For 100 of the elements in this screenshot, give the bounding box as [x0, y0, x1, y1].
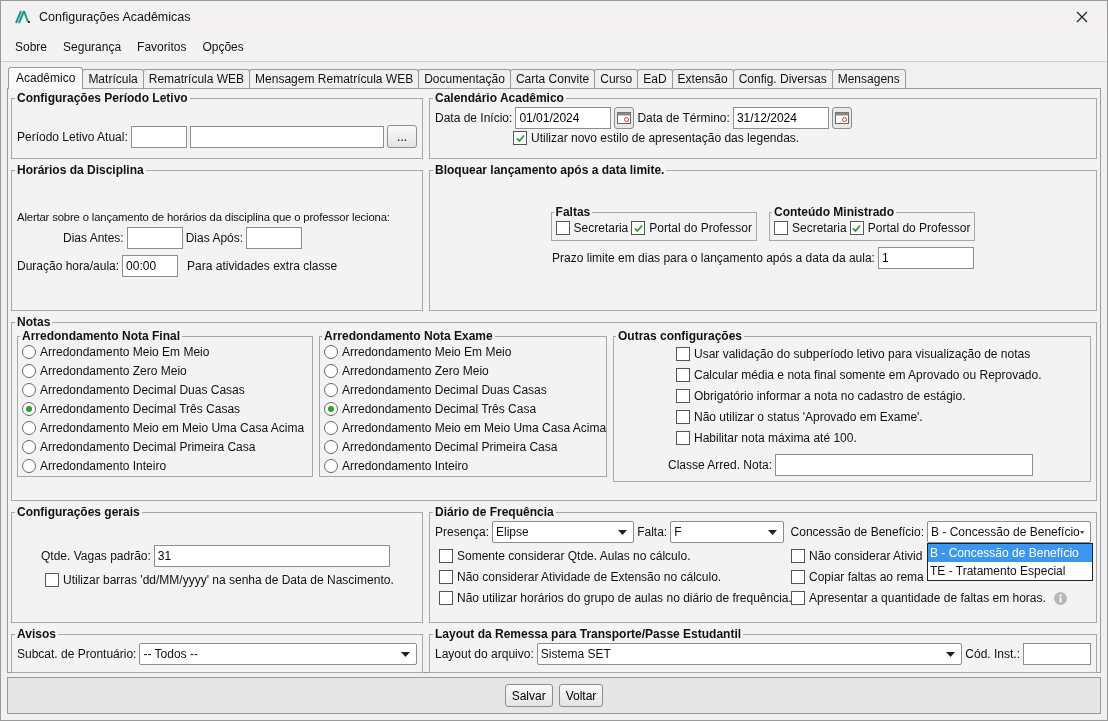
absence-select[interactable]: F	[670, 521, 784, 543]
checkbox[interactable]	[676, 347, 690, 361]
close-icon	[1076, 11, 1088, 23]
group-title: Conteúdo Ministrado	[773, 205, 895, 219]
days-field[interactable]	[126, 227, 183, 249]
option-label: Arredondamento Decimal Primeira Casa	[342, 440, 558, 454]
dropdown-option[interactable]: TE - Tratamento Especial	[928, 562, 1092, 580]
option-label: Não utilizar horários do grupo de aulas no diário de frequência.	[457, 591, 792, 605]
radio-button[interactable]	[324, 440, 338, 454]
checkbox[interactable]	[513, 131, 527, 145]
date-field[interactable]: 01/01/2024	[515, 107, 612, 129]
radio-button[interactable]	[22, 402, 36, 416]
option-label: Arredondamento Meio em Meio Uma Casa Acima	[342, 421, 607, 435]
tab[interactable]: Documentação	[418, 69, 511, 88]
deadline-field[interactable]: 1	[877, 247, 974, 269]
option-label: Secretaria	[792, 221, 847, 235]
tab[interactable]: Acadêmico	[8, 67, 84, 89]
checkbox[interactable]	[631, 221, 646, 235]
radio-button[interactable]	[324, 459, 338, 473]
class-field[interactable]	[775, 454, 1034, 476]
option-label: Arredondamento Meio em Meio Uma Casa Acima	[40, 421, 305, 435]
radio-button[interactable]	[22, 459, 36, 473]
group-title: Bloquear lançamento após a data limite.	[434, 163, 666, 177]
option-label: Utilizar novo estilo de apresentação das legendas.	[531, 131, 800, 145]
name-field[interactable]	[189, 125, 385, 148]
checkbox[interactable]	[439, 570, 453, 584]
footer-button[interactable]: Voltar	[558, 684, 604, 707]
radio-button[interactable]	[324, 383, 338, 397]
checkbox[interactable]	[791, 591, 805, 605]
option-label: Arredondamento Decimal Duas Casas	[40, 383, 245, 397]
option-label: Arredondamento Decimal Duas Casas	[342, 383, 547, 397]
checkbox[interactable]	[676, 368, 690, 382]
option-label: Não considerar Ativid	[809, 549, 923, 563]
option-label: Não utilizar o status 'Aprovado em Exame'.	[694, 410, 923, 424]
checkbox[interactable]	[849, 221, 864, 235]
radio-button[interactable]	[22, 440, 36, 454]
field-label: Classe Arred. Nota:	[668, 458, 773, 472]
checkbox[interactable]	[774, 221, 788, 235]
calendar-button[interactable]	[831, 107, 852, 129]
option-label: Arredondamento Meio Em Meio	[40, 345, 210, 359]
checkbox[interactable]	[791, 570, 805, 584]
radio-button[interactable]	[324, 364, 338, 378]
option-label: Portal do Professor	[867, 221, 971, 235]
presence-select[interactable]: Elipse	[492, 521, 635, 543]
option-label: Não considerar Atividade de Extensão no cálculo.	[457, 570, 722, 584]
radio-button[interactable]	[324, 402, 338, 416]
field-label: Layout do arquivo:	[435, 647, 534, 661]
radio-button[interactable]	[324, 421, 338, 435]
footer-button[interactable]: Salvar	[504, 684, 553, 707]
checkbox[interactable]	[45, 573, 59, 587]
date-field[interactable]: 31/12/2024	[732, 107, 829, 129]
category-select[interactable]: -- Todos --	[139, 643, 417, 665]
browse-button[interactable]: ...	[387, 125, 417, 148]
checkbox[interactable]	[439, 549, 453, 563]
checkbox[interactable]	[676, 410, 690, 424]
field-label: Presença:	[435, 525, 490, 539]
radio-button[interactable]	[22, 345, 36, 359]
radio-button[interactable]	[22, 421, 36, 435]
tab[interactable]: Mensagem Rematrícula WEB	[249, 69, 420, 88]
option-label: Arredondamento Decimal Primeira Casa	[40, 440, 256, 454]
days-field[interactable]	[246, 227, 303, 249]
checkbox[interactable]	[439, 591, 453, 605]
option-label: Arredondamento Decimal Três Casa	[342, 402, 537, 416]
menu-item[interactable]: Segurança	[63, 40, 122, 54]
benefit-select[interactable]: B - Concessão de Benefício	[927, 521, 1091, 543]
checkbox[interactable]	[791, 549, 805, 563]
menu-item[interactable]: Opções	[202, 40, 244, 54]
option-label: Habilitar nota máxima até 100.	[694, 431, 857, 445]
option-label: Arredondamento Inteiro	[40, 459, 167, 473]
group-title: Arredondamento Nota Final	[21, 329, 181, 343]
option-label: Arredondamento Zero Meio	[342, 364, 489, 378]
group-title: Notas	[16, 315, 52, 329]
field-label: Período Letivo Atual:	[17, 129, 128, 144]
app-logo-icon	[15, 10, 31, 24]
option-label: Calcular média e nota final somente em Aprovado ou Reprovado.	[694, 368, 1042, 382]
layout-select[interactable]: Sistema SET	[536, 643, 963, 665]
checkbox[interactable]	[555, 221, 570, 235]
field-label: Cód. Inst.:	[965, 647, 1020, 661]
field-label: Concessão de Benefício:	[790, 525, 924, 539]
menu-item[interactable]: Sobre	[15, 40, 48, 54]
checkbox[interactable]	[676, 431, 690, 445]
calendar-button[interactable]	[614, 107, 635, 129]
vacancies-field[interactable]: 31	[153, 545, 390, 567]
option-label: Secretaria	[573, 221, 629, 235]
code-field[interactable]	[130, 125, 187, 148]
group-title: Configurações gerais	[16, 505, 141, 519]
tab[interactable]: Mensagens	[831, 69, 906, 88]
menu-item[interactable]: Favoritos	[137, 40, 187, 54]
checkbox[interactable]	[676, 389, 690, 403]
radio-button[interactable]	[22, 364, 36, 378]
radio-button[interactable]	[324, 345, 338, 359]
tab[interactable]: Config. Diversas	[732, 69, 833, 88]
group-title: Avisos	[16, 627, 57, 641]
duration-field[interactable]: 00:00	[122, 255, 179, 277]
radio-button[interactable]	[22, 383, 36, 397]
option-label: Somente considerar Qtde. Aulas no cálculo.	[457, 549, 691, 563]
field-label: Data de Término:	[637, 111, 730, 125]
institution-field[interactable]	[1023, 643, 1091, 665]
option-label: Copiar faltas ao rema	[809, 570, 924, 584]
caret-icon	[767, 529, 777, 535]
